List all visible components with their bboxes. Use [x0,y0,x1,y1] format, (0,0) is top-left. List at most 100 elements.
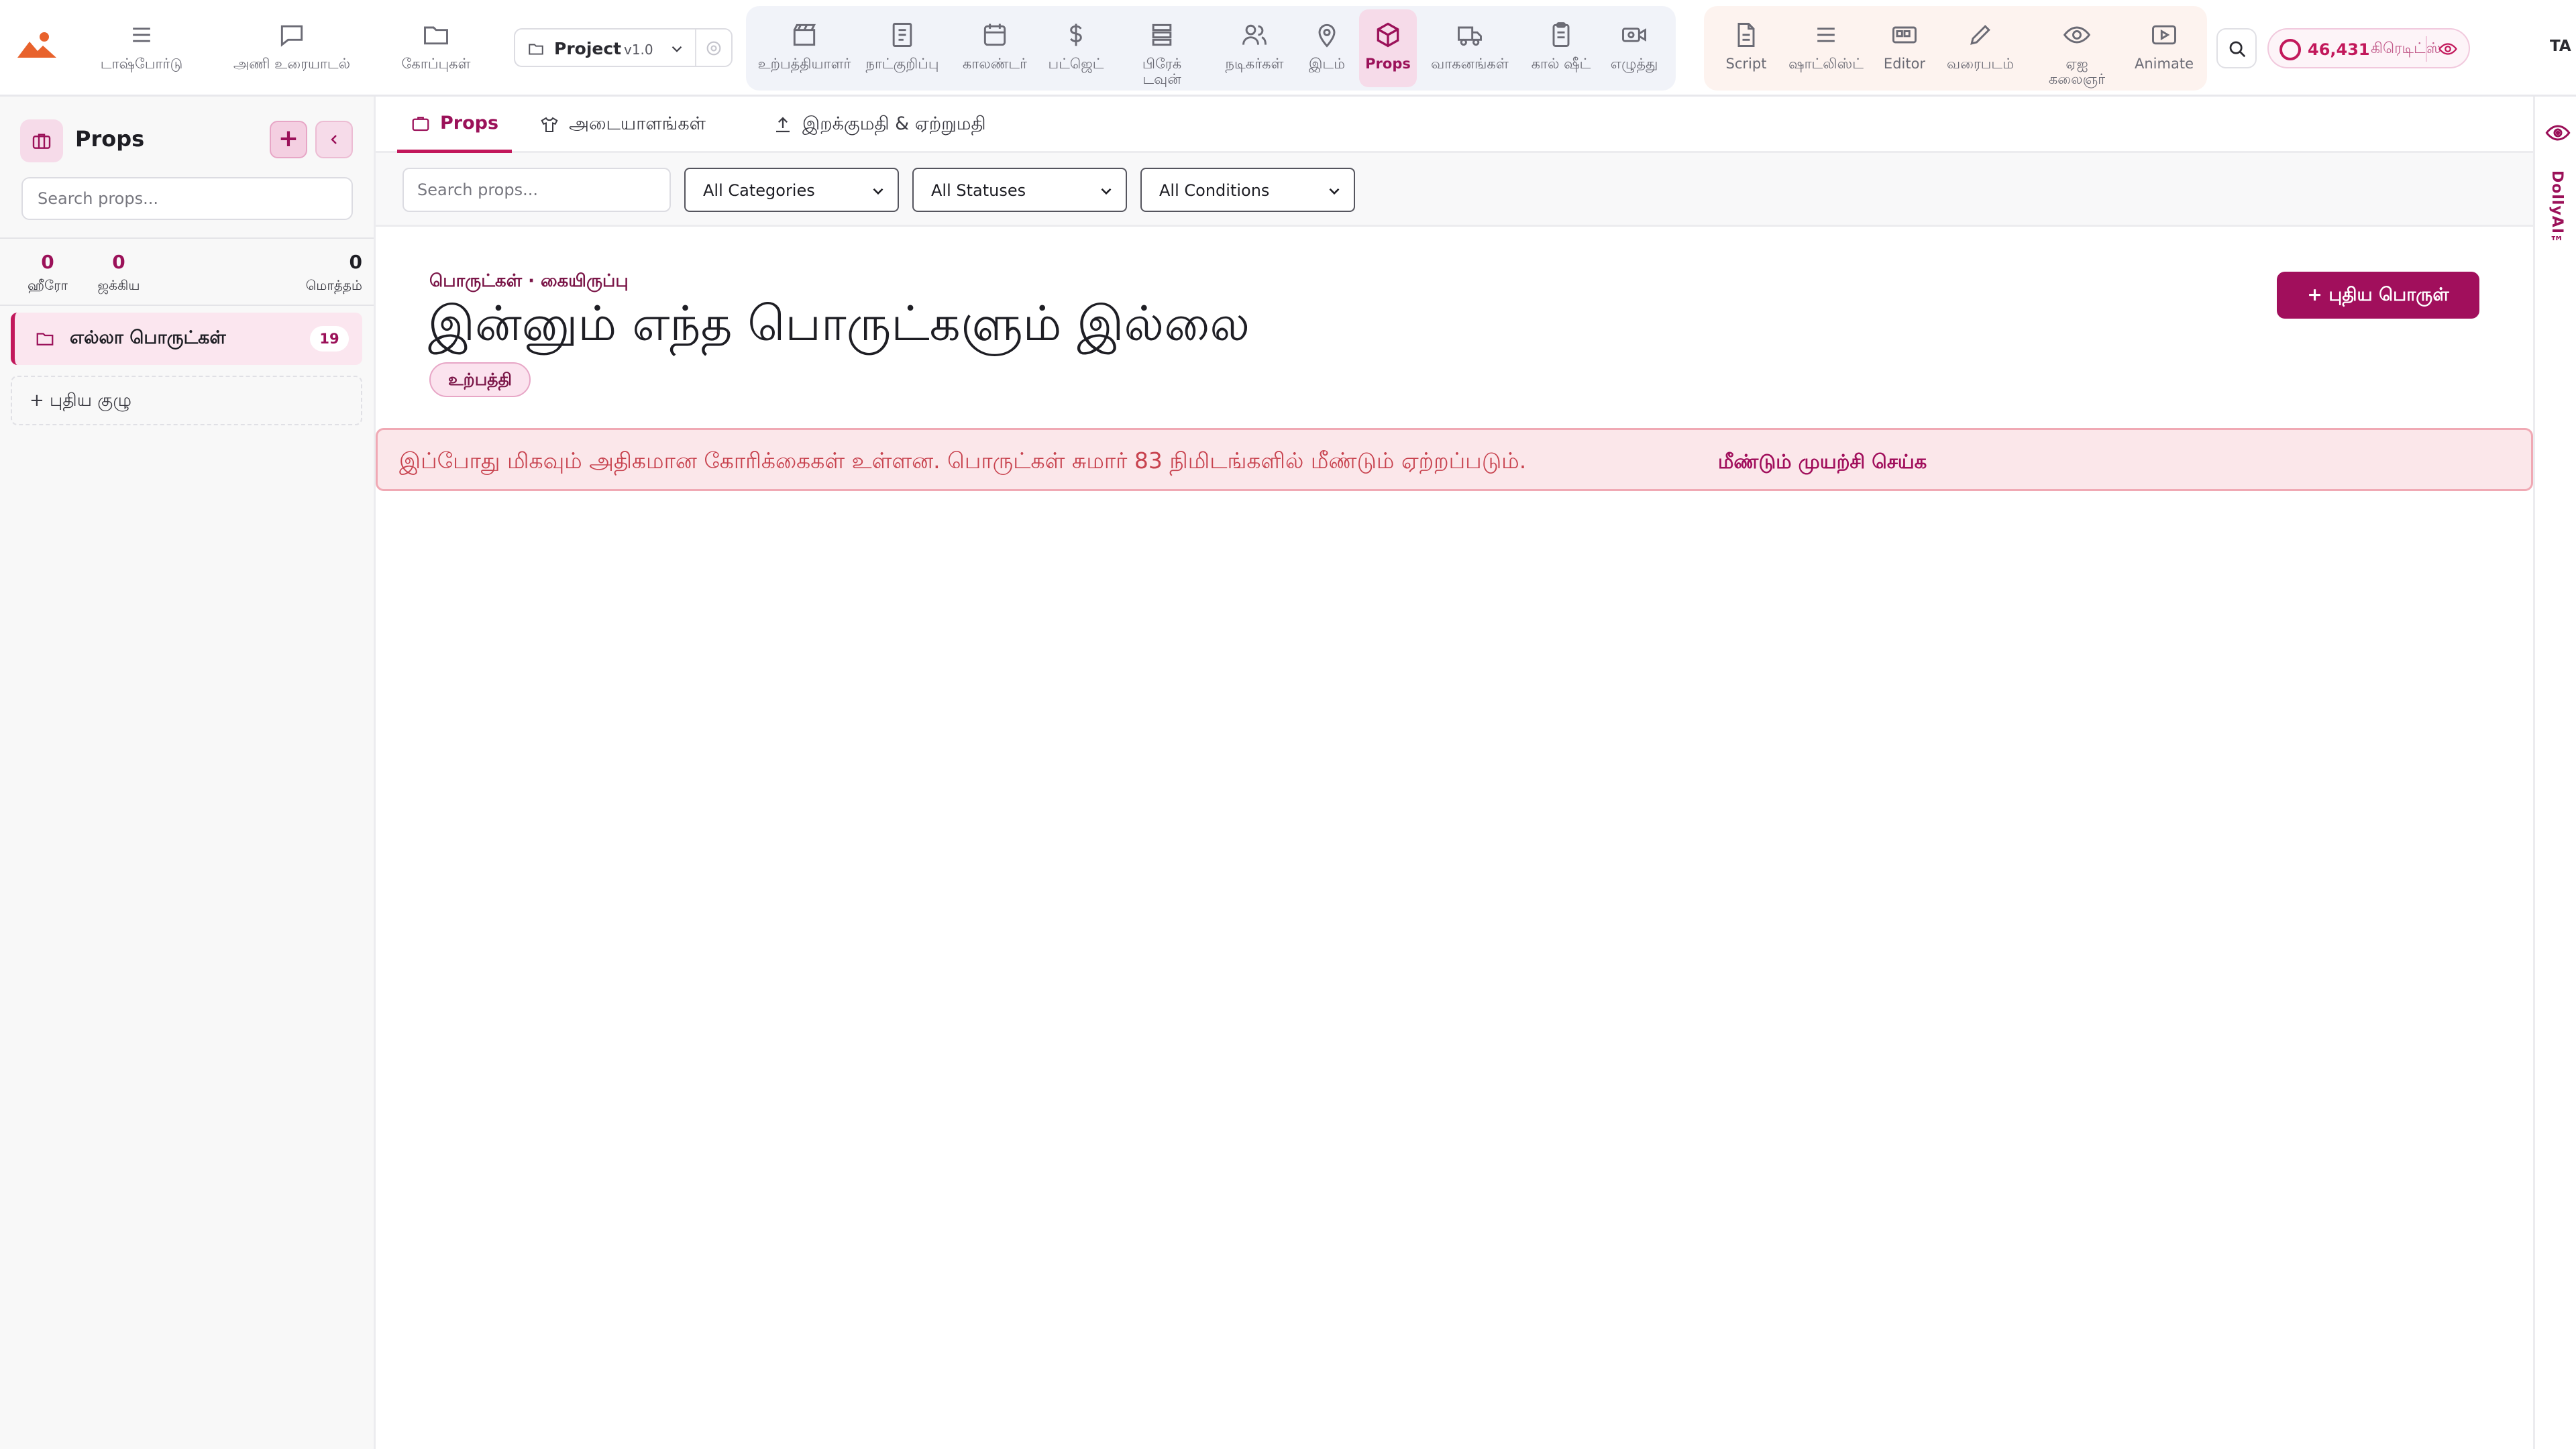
sidebar-title: Props [75,126,145,152]
chevron-down-icon [672,46,682,52]
tab-import-export[interactable]: இறக்குமதி & ஏற்றுமதி [773,97,986,153]
page-title: இன்னும் எந்த பொருட்களும் இல்லை [428,295,1250,352]
eye-icon[interactable] [2436,39,2459,59]
nav-calendar[interactable]: காலண்டர் [951,0,1038,97]
nav-team-chat[interactable]: அணி உரையாடல் [213,0,370,97]
nav-label: Editor [1883,56,1926,72]
project-version: v1.0 [624,42,653,58]
nav-label: நாட்குறிப்பு [865,56,939,72]
folder-icon [529,44,543,55]
nav-label: நடிகர்கள் [1225,56,1284,72]
top-nav-bar: டாஷ்போர்டு அணி உரையாடல் கோப்புகள் Projec… [0,0,2576,97]
nav-ai-artist[interactable]: ஏஐ கலைஞர் [2037,0,2117,97]
settings-icon[interactable] [704,39,723,58]
clapper-icon [793,23,816,46]
stack-icon [1152,23,1172,46]
nav-vehicles[interactable]: வாகனங்கள் [1421,0,1519,97]
production-chip: உற்பத்தி [429,362,531,397]
sidebar: Props + 0 ஹீரோ 0 ஜக்கிய 0 மொத்தம் எல்லா … [0,97,376,1449]
list-icon [1817,28,1835,42]
stat-value: 0 [112,251,125,273]
alert-message: இப்போது மிகவும் அதிகமான கோரிக்கைகள் உள்ள… [399,447,1527,474]
credits-ring-icon [2279,39,2301,60]
retry-link[interactable]: மீண்டும் முயற்சி செய்க [1718,450,1927,476]
global-search-button[interactable] [2216,28,2257,68]
props-search-input[interactable] [402,168,671,212]
nav-label: Props [1365,56,1411,72]
nav-label: ஷாட்லிஸ்ட் [1788,56,1864,72]
nav-label: காலண்டர் [962,56,1028,72]
credits-count: 46,431 [2308,40,2370,59]
status-select[interactable]: All Statuses [912,168,1127,212]
breadcrumb: பொருட்கள் · கையிருப்பு [429,271,629,291]
new-prop-button[interactable]: + புதிய பொருள் [2277,272,2479,319]
condition-select[interactable]: All Conditions [1140,168,1355,212]
nav-label: எழுத்து [1610,56,1658,72]
nav-location[interactable]: இடம் [1304,0,1350,97]
stat-label: மொத்தம் [305,277,362,293]
tab-label: இறக்குமதி & ஏற்றுமதி [802,113,986,134]
credits-label: கிரெடிட்ஸ் [2371,40,2442,57]
sidebar-search-input[interactable] [21,177,353,220]
app-logo-icon[interactable] [17,31,56,59]
nav-budget[interactable]: பட்ஜெட் [1041,0,1111,97]
nav-label: பட்ஜெட் [1048,56,1104,72]
tab-label: அடையாளங்கள் [569,113,706,134]
stat-united: 0 ஜக்கிய [89,251,149,295]
stat-label: ஜக்கிய [97,277,140,293]
nav-label: உற்பத்தியாளர் [757,56,851,72]
assistant-label: DollyAI™ [2548,170,2565,252]
dollar-icon [1070,23,1082,46]
nav-files[interactable]: கோப்புகள் [386,0,486,97]
project-selector[interactable]: Project v1.0 [514,28,733,67]
stat-hero: 0 ஹீரோ [17,251,78,295]
document-icon [1737,23,1755,47]
nav-label: பிரேக் டவுன் [1142,56,1182,87]
nav-writing[interactable]: எழுத்து [1601,0,1668,97]
select-value: All Categories [703,181,815,200]
add-prop-button[interactable]: + [270,121,307,158]
nav-label: வாகனங்கள் [1431,56,1509,72]
nav-props[interactable]: Props [1359,9,1417,87]
chevron-left-icon [331,135,337,144]
camera-icon [1622,28,1646,42]
stat-value: 0 [349,251,362,273]
nav-animate[interactable]: Animate [2131,0,2198,97]
stat-value: 0 [41,251,54,273]
cube-icon [1377,22,1399,48]
category-select[interactable]: All Categories [684,168,899,212]
nav-label: கால் ஷீட் [1531,56,1591,72]
tab-props[interactable]: Props [397,97,513,153]
tab-identities[interactable]: அடையாளங்கள் [539,97,706,153]
tab-label: Props [440,113,499,133]
credits-badge[interactable]: 46,431 கிரெடிட்ஸ் [2267,28,2470,68]
divider [0,305,374,306]
nav-storyboard[interactable]: வரைபடம் [1939,0,2022,97]
nav-label: அணி உரையாடல் [233,56,351,72]
clipboard-icon [1552,22,1570,47]
nav-diary[interactable]: நாட்குறிப்பு [857,0,947,97]
nav-breakdown[interactable]: பிரேக் டவுன் [1128,0,1195,97]
tab-bar: Props அடையாளங்கள் இறக்குமதி & ஏற்றுமதி [376,97,2533,153]
nav-shotlist[interactable]: ஷாட்லிஸ்ட் [1780,0,1872,97]
nav-editor[interactable]: Editor [1876,0,1933,97]
collapse-sidebar-button[interactable] [315,121,353,158]
new-group-button[interactable]: + புதிய குழு [11,376,362,425]
nav-actors[interactable]: நடிகர்கள் [1213,0,1296,97]
language-toggle[interactable]: TA [2550,38,2571,55]
props-header-badge [20,119,63,162]
eye-icon[interactable] [2543,119,2573,146]
nav-label: கோப்புகள் [401,56,471,72]
nav-script[interactable]: Script [1717,0,1775,97]
divider [2426,36,2427,62]
pin-icon [1318,23,1336,48]
sidebar-item-label: எல்லா பொருட்கள் [70,327,226,348]
nav-call-sheet[interactable]: கால் ஷீட் [1531,0,1591,97]
filter-bar: All Categories All Statuses All Conditio… [376,153,2533,227]
nav-producer[interactable]: உற்பத்தியாளர் [747,0,861,97]
nav-dashboard[interactable]: டாஷ்போர்டு [87,0,196,97]
project-name: Project [554,39,622,58]
assistant-rail[interactable]: DollyAI™ [2533,97,2576,1449]
sidebar-item-all-props[interactable]: எல்லா பொருட்கள் 19 [11,313,362,365]
menu-icon [133,28,150,42]
